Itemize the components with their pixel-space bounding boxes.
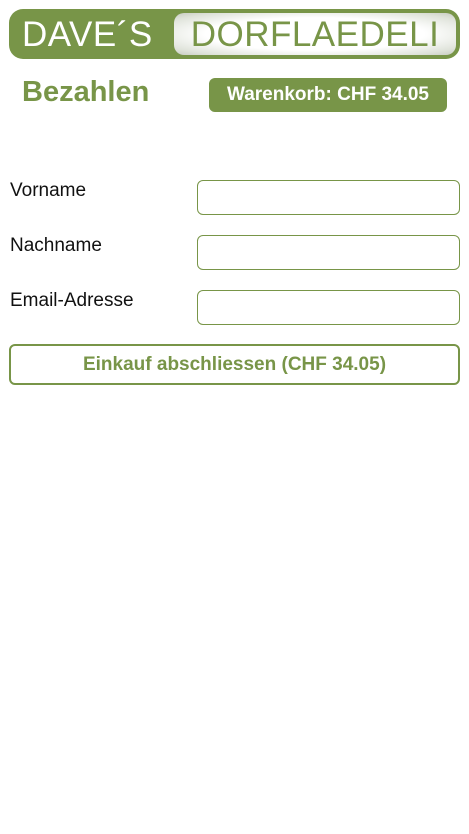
page-title: Bezahlen (22, 76, 150, 108)
cart-button[interactable]: Warenkorb: CHF 34.05 (209, 78, 447, 112)
logo-left-text: DAVE´S (22, 14, 153, 54)
email-input[interactable] (197, 290, 460, 325)
form-row-lastname: Nachname (9, 235, 460, 271)
logo-right-text: DORFLAEDELI (174, 13, 456, 55)
firstname-label: Vorname (10, 180, 87, 201)
form-row-email: Email-Adresse (9, 290, 460, 326)
lastname-label: Nachname (10, 235, 102, 256)
checkout-page: DAVE´S DORFLAEDELI Bezahlen Warenkorb: C… (0, 0, 469, 834)
lastname-input[interactable] (197, 235, 460, 270)
email-label: Email-Adresse (10, 290, 134, 311)
firstname-input[interactable] (197, 180, 460, 215)
complete-purchase-button[interactable]: Einkauf abschliessen (CHF 34.05) (9, 344, 460, 385)
shop-logo[interactable]: DAVE´S DORFLAEDELI (9, 9, 460, 59)
form-row-firstname: Vorname (9, 180, 460, 216)
